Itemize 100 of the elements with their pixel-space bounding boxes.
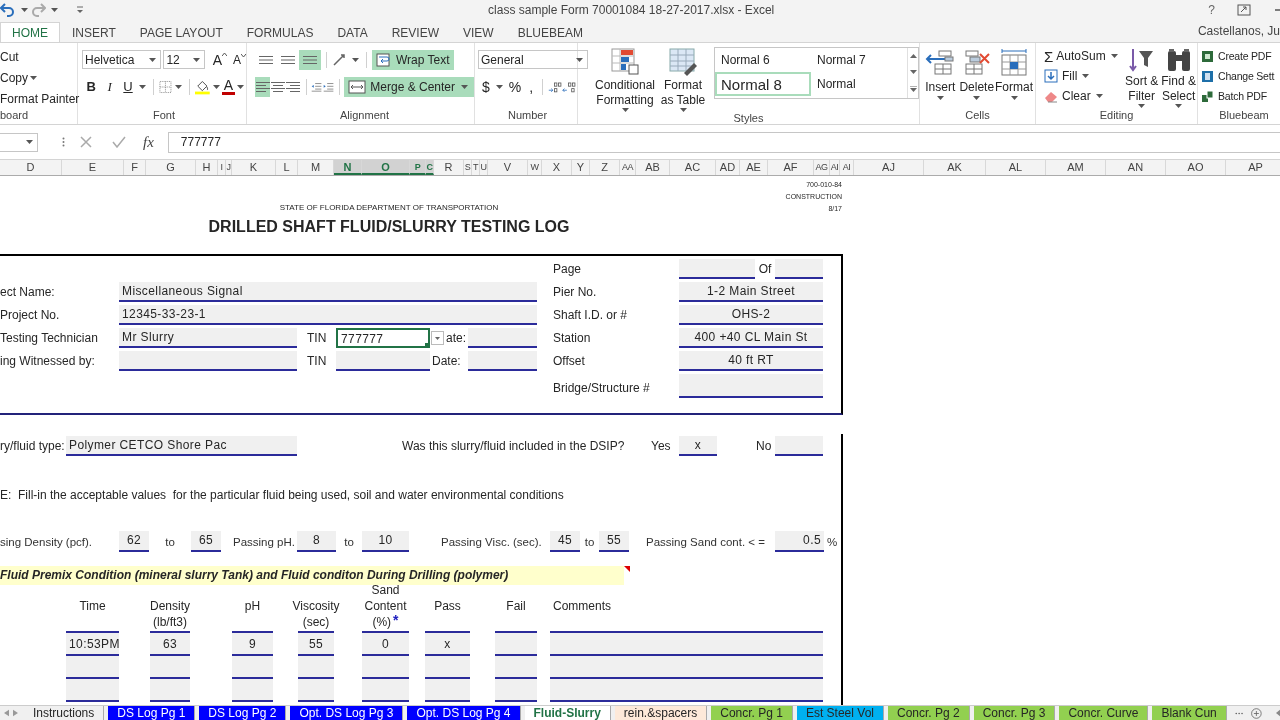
sheet-tab[interactable]: DS Log Pg 1 [108, 706, 196, 720]
form-field[interactable] [550, 633, 823, 656]
column-header[interactable]: X [542, 160, 572, 175]
column-header[interactable]: U [480, 160, 488, 175]
fill-color-icon[interactable] [194, 78, 210, 95]
form-field[interactable] [550, 679, 823, 702]
form-field[interactable]: 55 [298, 633, 334, 656]
column-header[interactable]: J [226, 160, 232, 175]
more-styles-icon[interactable] [909, 86, 917, 92]
column-header[interactable]: AJ [854, 160, 924, 175]
form-field[interactable]: 12345-33-23-1 [119, 305, 537, 325]
form-field[interactable]: 63 [150, 633, 190, 656]
form-field[interactable] [775, 259, 823, 279]
form-field[interactable]: x [425, 633, 470, 656]
ribbon-command[interactable]: Σ AutoSum [1044, 47, 1124, 65]
form-field[interactable]: 62 [119, 531, 149, 552]
shrink-font-button[interactable]: A [233, 52, 246, 67]
form-field[interactable] [495, 656, 537, 679]
number-format-button[interactable]: , [529, 78, 534, 95]
customize-icon[interactable] [76, 6, 84, 14]
ribbon-command[interactable]: Format [995, 48, 1033, 109]
increase-decimal-icon[interactable] [547, 79, 563, 94]
dropdown-button[interactable] [431, 331, 444, 345]
form-field[interactable]: 10 [362, 531, 409, 552]
column-header[interactable]: AK [924, 160, 986, 175]
column-header[interactable]: T [472, 160, 480, 175]
form-field[interactable] [495, 679, 537, 702]
form-field[interactable] [298, 656, 334, 679]
form-field[interactable]: 40 ft RT [679, 351, 823, 371]
column-header[interactable]: Y [572, 160, 590, 175]
number-format-button[interactable]: $ [482, 78, 490, 95]
column-header[interactable]: W [528, 160, 542, 175]
column-header[interactable]: P [410, 160, 426, 175]
form-field[interactable]: 400 +40 CL Main St [679, 328, 823, 348]
column-header[interactable]: C [426, 160, 434, 175]
sheet-tab[interactable]: Concr. Pg 2 [888, 706, 970, 720]
sheet-tab[interactable]: rein.&spacers [614, 706, 708, 720]
format-button[interactable]: B [82, 77, 101, 96]
form-field[interactable] [232, 679, 273, 702]
ribbon-tab[interactable]: HOME [0, 22, 60, 42]
format-button[interactable]: I [100, 77, 119, 96]
sheet-tab[interactable]: Fluid-Slurry [524, 706, 611, 720]
font-name-field[interactable]: Helvetica [82, 50, 162, 69]
form-field[interactable] [495, 633, 537, 656]
column-header[interactable]: V [488, 160, 528, 175]
form-field[interactable] [468, 351, 537, 371]
ribbon-command[interactable]: Cut [0, 48, 77, 66]
scroll-up-icon[interactable] [909, 54, 917, 58]
style-option[interactable]: Normal 7 [811, 48, 907, 72]
column-header[interactable]: AI [840, 160, 854, 175]
column-header[interactable]: S [464, 160, 472, 175]
form-field[interactable]: 65 [191, 531, 221, 552]
form-field[interactable] [298, 679, 334, 702]
column-header[interactable]: O [362, 160, 410, 175]
ribbon-tab[interactable]: FORMULAS [234, 22, 326, 42]
form-field[interactable] [679, 374, 823, 398]
column-header[interactable]: R [434, 160, 464, 175]
ribbon-tab[interactable]: PAGE LAYOUT [127, 22, 235, 42]
font-color-button[interactable]: A [221, 78, 235, 95]
column-header[interactable]: D [0, 160, 62, 175]
column-header[interactable]: AC [670, 160, 716, 175]
ribbon-command[interactable]: Create PDF [1201, 47, 1280, 65]
form-field[interactable]: 55 [599, 531, 629, 552]
sheet-tab[interactable]: DS Log Pg 2 [199, 706, 287, 720]
ribbon-command[interactable]: Fill [1044, 67, 1124, 85]
ribbon-command[interactable]: Sort & Filter [1123, 47, 1161, 109]
sheet-tab[interactable]: Est Steel Vol [796, 706, 884, 720]
ribbon-tab[interactable]: DATA [325, 22, 380, 42]
column-header[interactable]: AP [1226, 160, 1280, 175]
form-field[interactable] [362, 679, 409, 702]
merge-center-button[interactable]: Merge & Center [344, 76, 474, 97]
form-field[interactable] [362, 656, 409, 679]
sheet-tab[interactable]: Concr. Pg 3 [973, 706, 1056, 720]
form-field[interactable]: Mr Slurry [119, 328, 297, 348]
form-field[interactable]: OHS-2 [679, 305, 823, 325]
ribbon-tab[interactable]: BLUEBEAM [505, 22, 595, 42]
column-header[interactable]: G [146, 160, 196, 175]
column-header[interactable]: L [276, 160, 298, 175]
form-field[interactable]: Miscellaneous Signal [119, 282, 537, 302]
column-header[interactable]: AI [830, 160, 840, 175]
scroll-left-icon[interactable] [1275, 709, 1280, 717]
decrease-decimal-icon[interactable] [562, 79, 577, 94]
form-field[interactable]: 0.5 [775, 531, 824, 552]
column-header[interactable]: K [232, 160, 276, 175]
style-option[interactable]: Normal [811, 72, 907, 96]
ribbon-command[interactable]: Insert [922, 48, 959, 109]
column-header[interactable]: AN [1106, 160, 1166, 175]
number-format-button[interactable]: % [508, 78, 522, 95]
add-sheet-icon[interactable] [1251, 706, 1262, 720]
form-field[interactable] [550, 656, 823, 679]
column-header[interactable]: AA [620, 160, 636, 175]
column-header[interactable]: AM [1046, 160, 1106, 175]
form-field[interactable] [66, 679, 119, 702]
column-header[interactable]: I [218, 160, 226, 175]
align-button[interactable] [299, 49, 321, 70]
form-field[interactable] [150, 679, 190, 702]
form-field[interactable]: 10:53PM [66, 633, 119, 656]
ribbon-tab[interactable]: VIEW [451, 22, 506, 42]
form-field[interactable]: 8 [297, 531, 336, 552]
formula-field[interactable]: 777777 [167, 131, 1280, 153]
